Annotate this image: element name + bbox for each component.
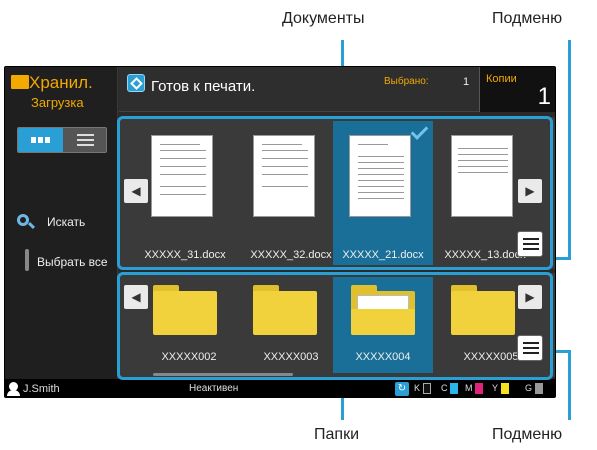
view-toggle: [17, 127, 107, 153]
machine-state: Неактивен: [189, 383, 239, 394]
thumbnail-view-button[interactable]: [18, 128, 63, 152]
status-diamond: [130, 77, 143, 90]
search-button[interactable]: Искать: [5, 205, 118, 239]
sidebar: Хранил. Загрузка Искать Выбрать все: [5, 67, 118, 379]
sidebar-title: Хранил.: [29, 73, 93, 92]
ink-level-m: [475, 383, 483, 394]
thumbnail-view-icon: [31, 137, 51, 143]
callout-documents: Документы: [282, 10, 365, 27]
select-all-label: Выбрать все: [37, 255, 108, 269]
ink-refresh-icon[interactable]: ↻: [395, 382, 409, 396]
list-view-icon: [77, 134, 94, 146]
select-all-button[interactable]: Выбрать все: [5, 243, 118, 277]
storage-folder-icon: [11, 75, 29, 89]
sidebar-subtitle: Загрузка: [31, 95, 84, 110]
ink-label-y: Y: [492, 383, 499, 393]
ink-level-g: [535, 383, 543, 394]
copies-box[interactable]: Копии 1: [479, 67, 555, 112]
header: Готов к печати. Выбрано: 1 Копии 1: [119, 67, 555, 112]
selected-label: Выбрано:: [384, 76, 429, 87]
callout-line-submenu-top-v: [568, 40, 571, 260]
callout-submenu-top: Подменю: [492, 10, 563, 27]
documents-highlight-frame: [117, 116, 553, 270]
ink-level-k: [423, 383, 431, 394]
folders-highlight-frame: [117, 272, 553, 380]
user-icon-body: [7, 390, 20, 396]
ink-label-m: M: [465, 383, 473, 393]
selected-count: 1: [463, 76, 470, 88]
status-icon: [127, 74, 145, 92]
callout-line-submenu-bottom-v: [568, 350, 571, 420]
ink-label-g: G: [525, 383, 533, 393]
select-all-indicator: [25, 249, 29, 271]
ink-level-y: [501, 383, 509, 394]
callout-submenu-bottom: Подменю: [492, 426, 563, 443]
copies-value: 1: [537, 83, 551, 110]
copies-label: Копии: [486, 73, 517, 85]
callout-folders: Папки: [314, 426, 359, 443]
user-name: J.Smith: [23, 383, 60, 395]
ink-level-c: [450, 383, 458, 394]
search-label: Искать: [47, 215, 86, 229]
ink-label-c: C: [441, 383, 448, 393]
list-view-button[interactable]: [63, 128, 106, 152]
status-bar: J.Smith Неактивен ↻ K C M Y G: [5, 379, 555, 397]
ink-label-k: K: [414, 383, 421, 393]
status-text: Готов к печати.: [151, 78, 256, 95]
search-icon-handle: [27, 221, 36, 230]
